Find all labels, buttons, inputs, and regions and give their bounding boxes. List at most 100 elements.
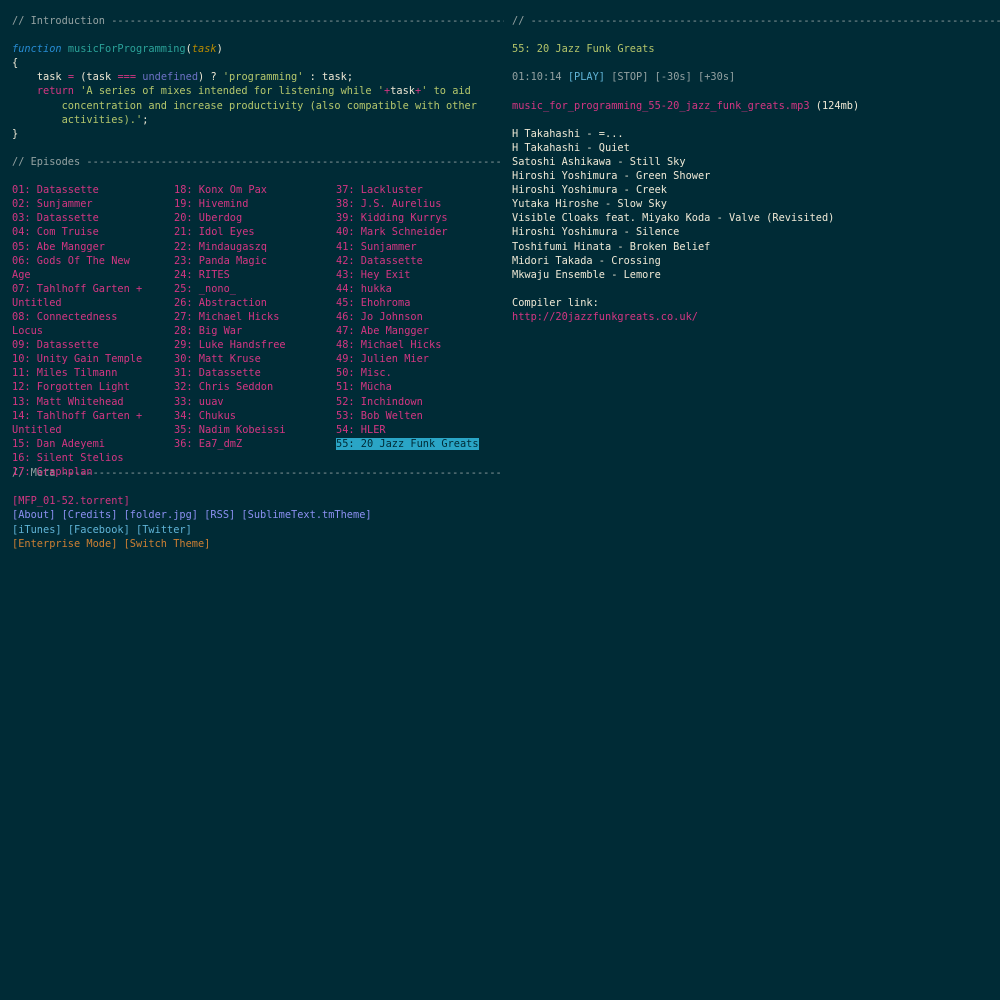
episode-item[interactable]: 41: Sunjammer <box>336 240 496 254</box>
episode-item[interactable]: 16: Silent Stelios <box>12 451 152 465</box>
episode-item[interactable]: 11: Miles Tilmann <box>12 366 152 380</box>
episode-item[interactable]: 45: Ehohroma <box>336 296 496 310</box>
episode-label: 31: Datassette <box>174 367 261 380</box>
episode-item[interactable]: 27: Michael Hicks <box>174 310 314 324</box>
episode-item[interactable]: 21: Idol Eyes <box>174 225 314 239</box>
episode-item[interactable]: 51: Mücha <box>336 380 496 394</box>
episode-item[interactable]: 34: Chukus <box>174 409 314 423</box>
track-item: Hiroshi Yoshimura - Creek <box>512 184 667 197</box>
episode-label: 25: _nono_ <box>174 282 236 295</box>
episode-item[interactable]: 42: Datassette <box>336 254 496 268</box>
episode-item[interactable]: 43: Hey Exit <box>336 268 496 282</box>
episode-item[interactable]: 37: Lackluster <box>336 183 496 197</box>
code-tail: : task; <box>309 71 354 84</box>
code-ternary: ) ? <box>198 71 217 84</box>
episode-label: 51: Mücha <box>336 381 392 394</box>
stop-button[interactable]: [STOP] <box>611 71 648 83</box>
episode-label: 33: uuav <box>174 395 224 408</box>
episode-item[interactable]: 46: Jo Johnson <box>336 310 496 324</box>
episode-item[interactable]: 25: _nono_ <box>174 282 314 296</box>
about-link[interactable]: [About] <box>12 509 55 521</box>
episode-item[interactable]: 50: Misc. <box>336 366 496 380</box>
mp3-download-link[interactable]: music_for_programming_55-20_jazz_funk_gr… <box>512 100 810 112</box>
episode-item[interactable]: 29: Luke Handsfree <box>174 338 314 352</box>
episode-item[interactable]: 03: Datassette <box>12 211 152 225</box>
episode-item[interactable]: 10: Unity Gain Temple <box>12 352 152 366</box>
episode-label: 16: Silent Stelios <box>12 451 124 464</box>
episode-item[interactable]: 40: Mark Schneider <box>336 225 496 239</box>
episode-item[interactable]: 31: Datassette <box>174 366 314 380</box>
episode-item[interactable]: 22: Mindaugaszq <box>174 240 314 254</box>
compiler-link[interactable]: http://20jazzfunkgreats.co.uk/ <box>512 311 698 323</box>
facebook-link[interactable]: [Facebook] <box>68 524 130 536</box>
episode-item[interactable]: 36: Ea7_dmZ <box>174 437 314 451</box>
switch-theme-link[interactable]: [Switch Theme] <box>124 538 211 550</box>
play-button[interactable]: [PLAY] <box>568 71 605 83</box>
folder-link[interactable]: [folder.jpg] <box>124 509 198 521</box>
episode-item[interactable]: 08: Connectedness Locus <box>12 310 152 338</box>
code-string: 'programming' <box>222 71 304 84</box>
episode-item[interactable]: 33: uuav <box>174 395 314 409</box>
episode-item[interactable]: 32: Chris Seddon <box>174 380 314 394</box>
theme-file-link[interactable]: [SublimeText.tmTheme] <box>241 509 371 521</box>
meta-line-social: [iTunes] [Facebook] [Twitter] <box>12 523 504 537</box>
episode-item[interactable]: 23: Panda Magic <box>174 254 314 268</box>
twitter-link[interactable]: [Twitter] <box>136 524 192 536</box>
episode-item[interactable]: 15: Dan Adeyemi <box>12 437 152 451</box>
episode-item[interactable]: 24: RITES <box>174 268 314 282</box>
episode-item[interactable]: 48: Michael Hicks <box>336 338 496 352</box>
episode-label: 06: Gods Of The New Age <box>12 254 130 281</box>
itunes-link[interactable]: [iTunes] <box>12 524 62 536</box>
episode-item[interactable]: 07: Tahlhoff Garten + Untitled <box>12 282 152 310</box>
forward-30-button[interactable]: [+30s] <box>698 71 735 83</box>
episode-item[interactable]: 18: Konx Om Pax <box>174 183 314 197</box>
credits-link[interactable]: [Credits] <box>62 509 118 521</box>
rss-link[interactable]: [RSS] <box>204 509 235 521</box>
episode-label: 55: 20 Jazz Funk Greats <box>336 437 479 450</box>
episode-item[interactable]: 17: Graphplan <box>12 465 152 479</box>
episode-item[interactable]: 26: Abstraction <box>174 296 314 310</box>
episode-label: 14: Tahlhoff Garten + Untitled <box>12 409 143 436</box>
episode-item[interactable]: 09: Datassette <box>12 338 152 352</box>
episode-label: 12: Forgotten Light <box>12 381 130 394</box>
episode-item[interactable]: 06: Gods Of The New Age <box>12 254 152 282</box>
rewind-30-button[interactable]: [-30s] <box>655 71 692 83</box>
episode-item[interactable]: 02: Sunjammer <box>12 197 152 211</box>
episode-label: 50: Misc. <box>336 367 392 380</box>
episode-item[interactable]: 53: Bob Welten <box>336 409 496 423</box>
code-undefined: undefined <box>142 71 199 84</box>
episode-item[interactable]: 04: Com Truise <box>12 225 152 239</box>
episode-item[interactable]: 44: hukka <box>336 282 496 296</box>
enterprise-mode-link[interactable]: [Enterprise Mode] <box>12 538 117 550</box>
episode-item[interactable]: 49: Julien Mier <box>336 352 496 366</box>
episode-item[interactable]: 52: Inchindown <box>336 395 496 409</box>
episode-item[interactable]: 54: HLER <box>336 423 496 437</box>
episode-item[interactable]: 19: Hivemind <box>174 197 314 211</box>
episode-item[interactable]: 55: 20 Jazz Funk Greats <box>336 437 496 451</box>
episode-item[interactable]: 12: Forgotten Light <box>12 380 152 394</box>
episode-item[interactable]: 30: Matt Kruse <box>174 352 314 366</box>
episode-item[interactable]: 13: Matt Whitehead <box>12 395 152 409</box>
episode-item[interactable]: 14: Tahlhoff Garten + Untitled <box>12 409 152 437</box>
track-item: Visible Cloaks feat. Miyako Koda - Valve… <box>512 212 835 225</box>
torrent-link[interactable]: [MFP_01-52.torrent] <box>12 495 130 507</box>
episode-item[interactable]: 20: Uberdog <box>174 211 314 225</box>
episode-item[interactable]: 28: Big War <box>174 324 314 338</box>
episode-item[interactable]: 39: Kidding Kurrys <box>336 211 496 225</box>
code-line-return-3: activities).'; <box>12 113 504 127</box>
episode-label: 10: Unity Gain Temple <box>12 353 143 366</box>
episode-item[interactable]: 05: Abe Mangger <box>12 240 152 254</box>
file-size: (124mb) <box>815 99 860 112</box>
code-brace-open: { <box>12 57 19 70</box>
episode-label: 37: Lackluster <box>336 184 423 197</box>
episode-item[interactable]: 35: Nadim Kobeissi <box>174 423 314 437</box>
code-var: task <box>36 71 62 84</box>
track-item: Midori Takada - Crossing <box>512 254 661 267</box>
right-column: // -------------------------------------… <box>512 14 1000 324</box>
episode-item[interactable]: 01: Datassette <box>12 183 152 197</box>
return-string-3: concentration and increase productivity … <box>61 99 477 112</box>
episode-label: 42: Datassette <box>336 254 423 267</box>
episode-item[interactable]: 47: Abe Mangger <box>336 324 496 338</box>
episode-label: 38: J.S. Aurelius <box>336 198 442 211</box>
episode-item[interactable]: 38: J.S. Aurelius <box>336 197 496 211</box>
